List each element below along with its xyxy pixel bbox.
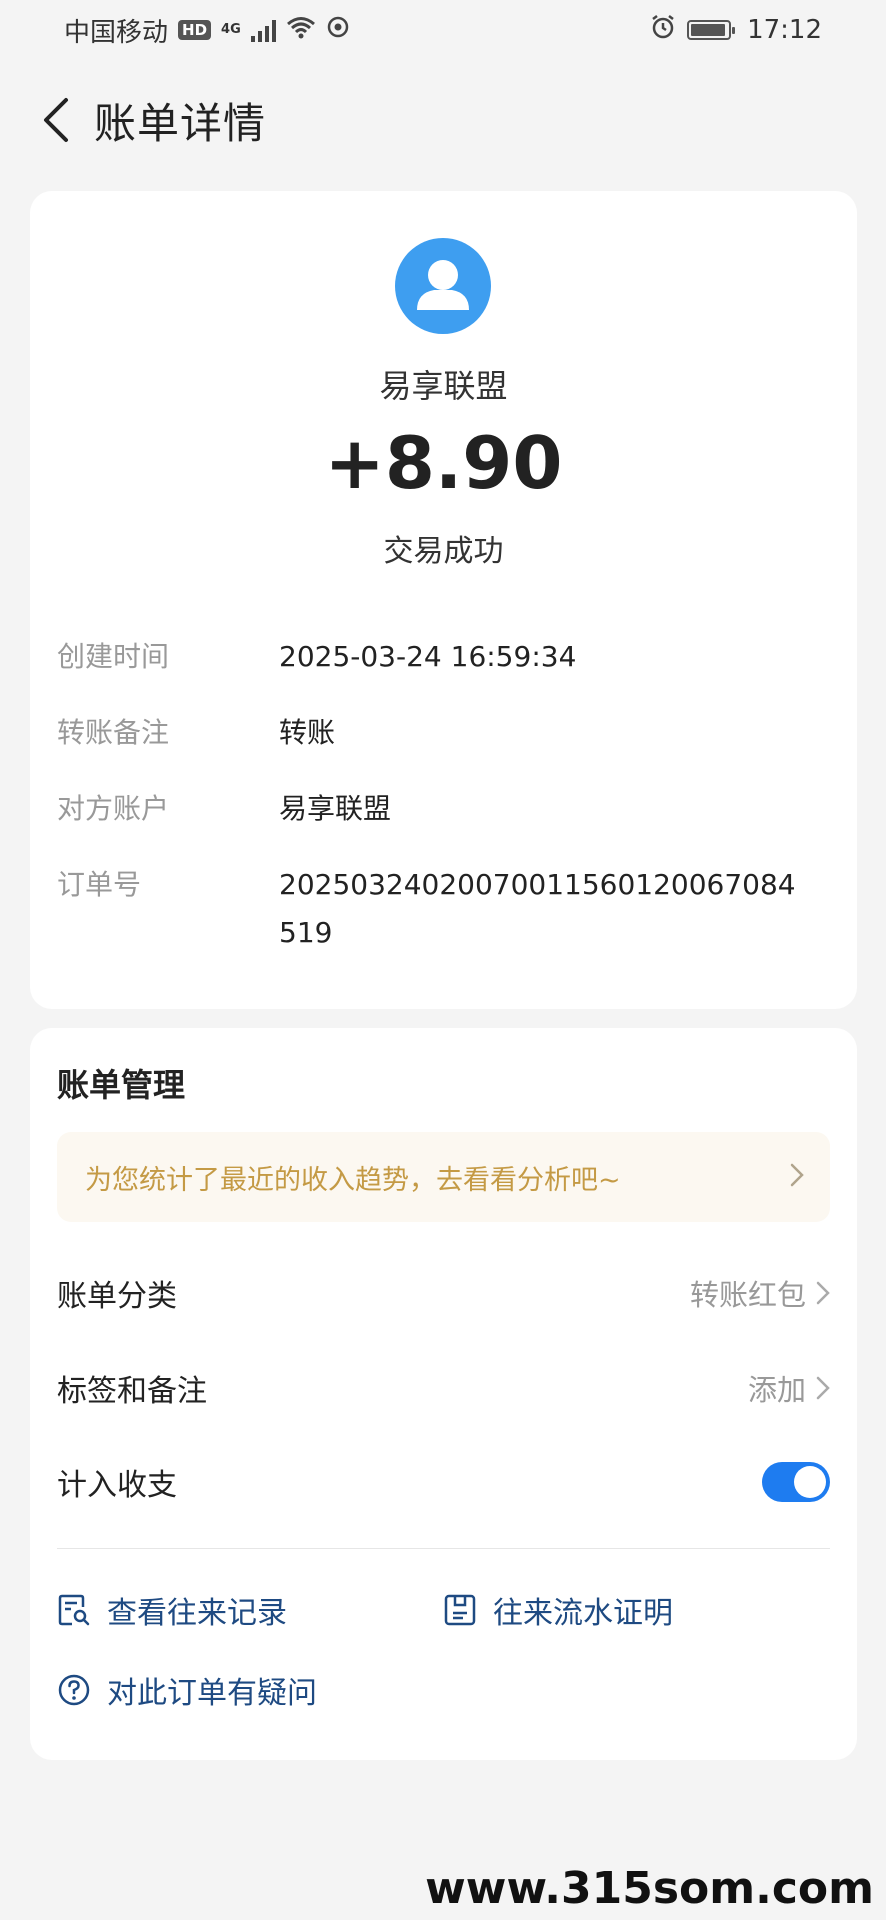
divider [57,1548,830,1549]
detail-label: 订单号 [57,868,142,901]
watermark-text: www.315som.com [425,1863,874,1914]
include-in-balance-row: 计入收支 [57,1452,830,1512]
bill-category-selector[interactable]: 转账红包 [690,1272,830,1314]
wifi-icon [286,15,316,46]
add-tags-button[interactable]: 添加 [748,1367,830,1409]
user-icon [417,260,469,310]
detail-label: 转账备注 [57,716,170,749]
navigation-bar: 账单详情 [0,80,886,160]
status-bar: 中国移动 HD 4G 17:12 [0,0,886,60]
statement-proof-link[interactable]: 往来流水证明 [443,1588,673,1632]
carrier-name: 中国移动 [64,17,169,48]
detail-value: 2025-03-24 16:59:34 [279,640,577,673]
include-in-balance-label: 计入收支 [57,1468,177,1503]
view-records-text: 查看往来记录 [107,1596,287,1631]
order-number-value: 20250324020070011560120067084519 [279,868,796,949]
hotspot-icon [326,15,350,46]
status-bar-right: 17:12 [649,13,822,48]
avatar [395,238,491,334]
bill-category-row[interactable]: 账单分类 转账红包 [57,1263,830,1323]
chevron-right-icon [790,1163,804,1191]
view-records-link[interactable]: 查看往来记录 [57,1588,287,1632]
detail-label: 创建时间 [57,640,170,673]
order-question-text: 对此订单有疑问 [107,1676,317,1711]
bill-management-card: 账单管理 为您统计了最近的收入趋势，去看看分析吧~ 账单分类 转账红包 标签和备… [30,1028,857,1760]
statement-proof-text: 往来流水证明 [493,1596,673,1631]
detail-row-order-number: 订单号 20250324020070011560120067084519 [57,861,827,957]
back-arrow-icon[interactable] [26,90,86,150]
detail-row-counterparty: 对方账户 易享联盟 [57,785,827,833]
network-type: 4G [221,22,241,37]
page-title: 账单详情 [94,98,267,148]
detail-value: 易享联盟 [279,792,392,825]
question-icon [58,1674,90,1706]
transaction-amount: +8.90 [324,421,563,505]
bill-detail-card: 易享联盟 +8.90 交易成功 创建时间 2025-03-24 16:59:34… [30,191,857,1009]
alarm-icon [649,13,677,48]
tags-notes-row[interactable]: 标签和备注 添加 [57,1358,830,1418]
detail-row-transfer-note: 转账备注 转账 [57,709,827,757]
detail-label: 对方账户 [57,792,170,825]
clock-time: 17:12 [747,15,822,45]
signal-icon [250,18,276,42]
transaction-status: 交易成功 [383,534,504,569]
merchant-name: 易享联盟 [379,367,508,405]
bill-category-label: 账单分类 [57,1279,177,1314]
income-trend-banner[interactable]: 为您统计了最近的收入趋势，去看看分析吧~ [57,1132,830,1222]
battery-icon [687,20,736,40]
record-search-icon [58,1594,90,1626]
detail-row-created-time: 创建时间 2025-03-24 16:59:34 [57,633,827,681]
tags-notes-value: 添加 [747,1373,806,1407]
chevron-right-icon [816,1281,830,1305]
chevron-right-icon [816,1376,830,1400]
detail-value: 转账 [279,716,336,749]
hd-badge: HD [178,20,212,40]
toggle-knob [794,1466,826,1498]
status-bar-left: 中国移动 HD 4G [64,12,350,49]
bill-category-value: 转账红包 [689,1278,806,1312]
include-in-balance-toggle[interactable] [762,1462,830,1502]
document-icon [444,1594,476,1626]
banner-text: 为您统计了最近的收入趋势，去看看分析吧~ [85,1164,621,1196]
order-question-link[interactable]: 对此订单有疑问 [57,1668,317,1712]
section-title: 账单管理 [57,1066,186,1104]
tags-notes-label: 标签和备注 [57,1374,207,1409]
